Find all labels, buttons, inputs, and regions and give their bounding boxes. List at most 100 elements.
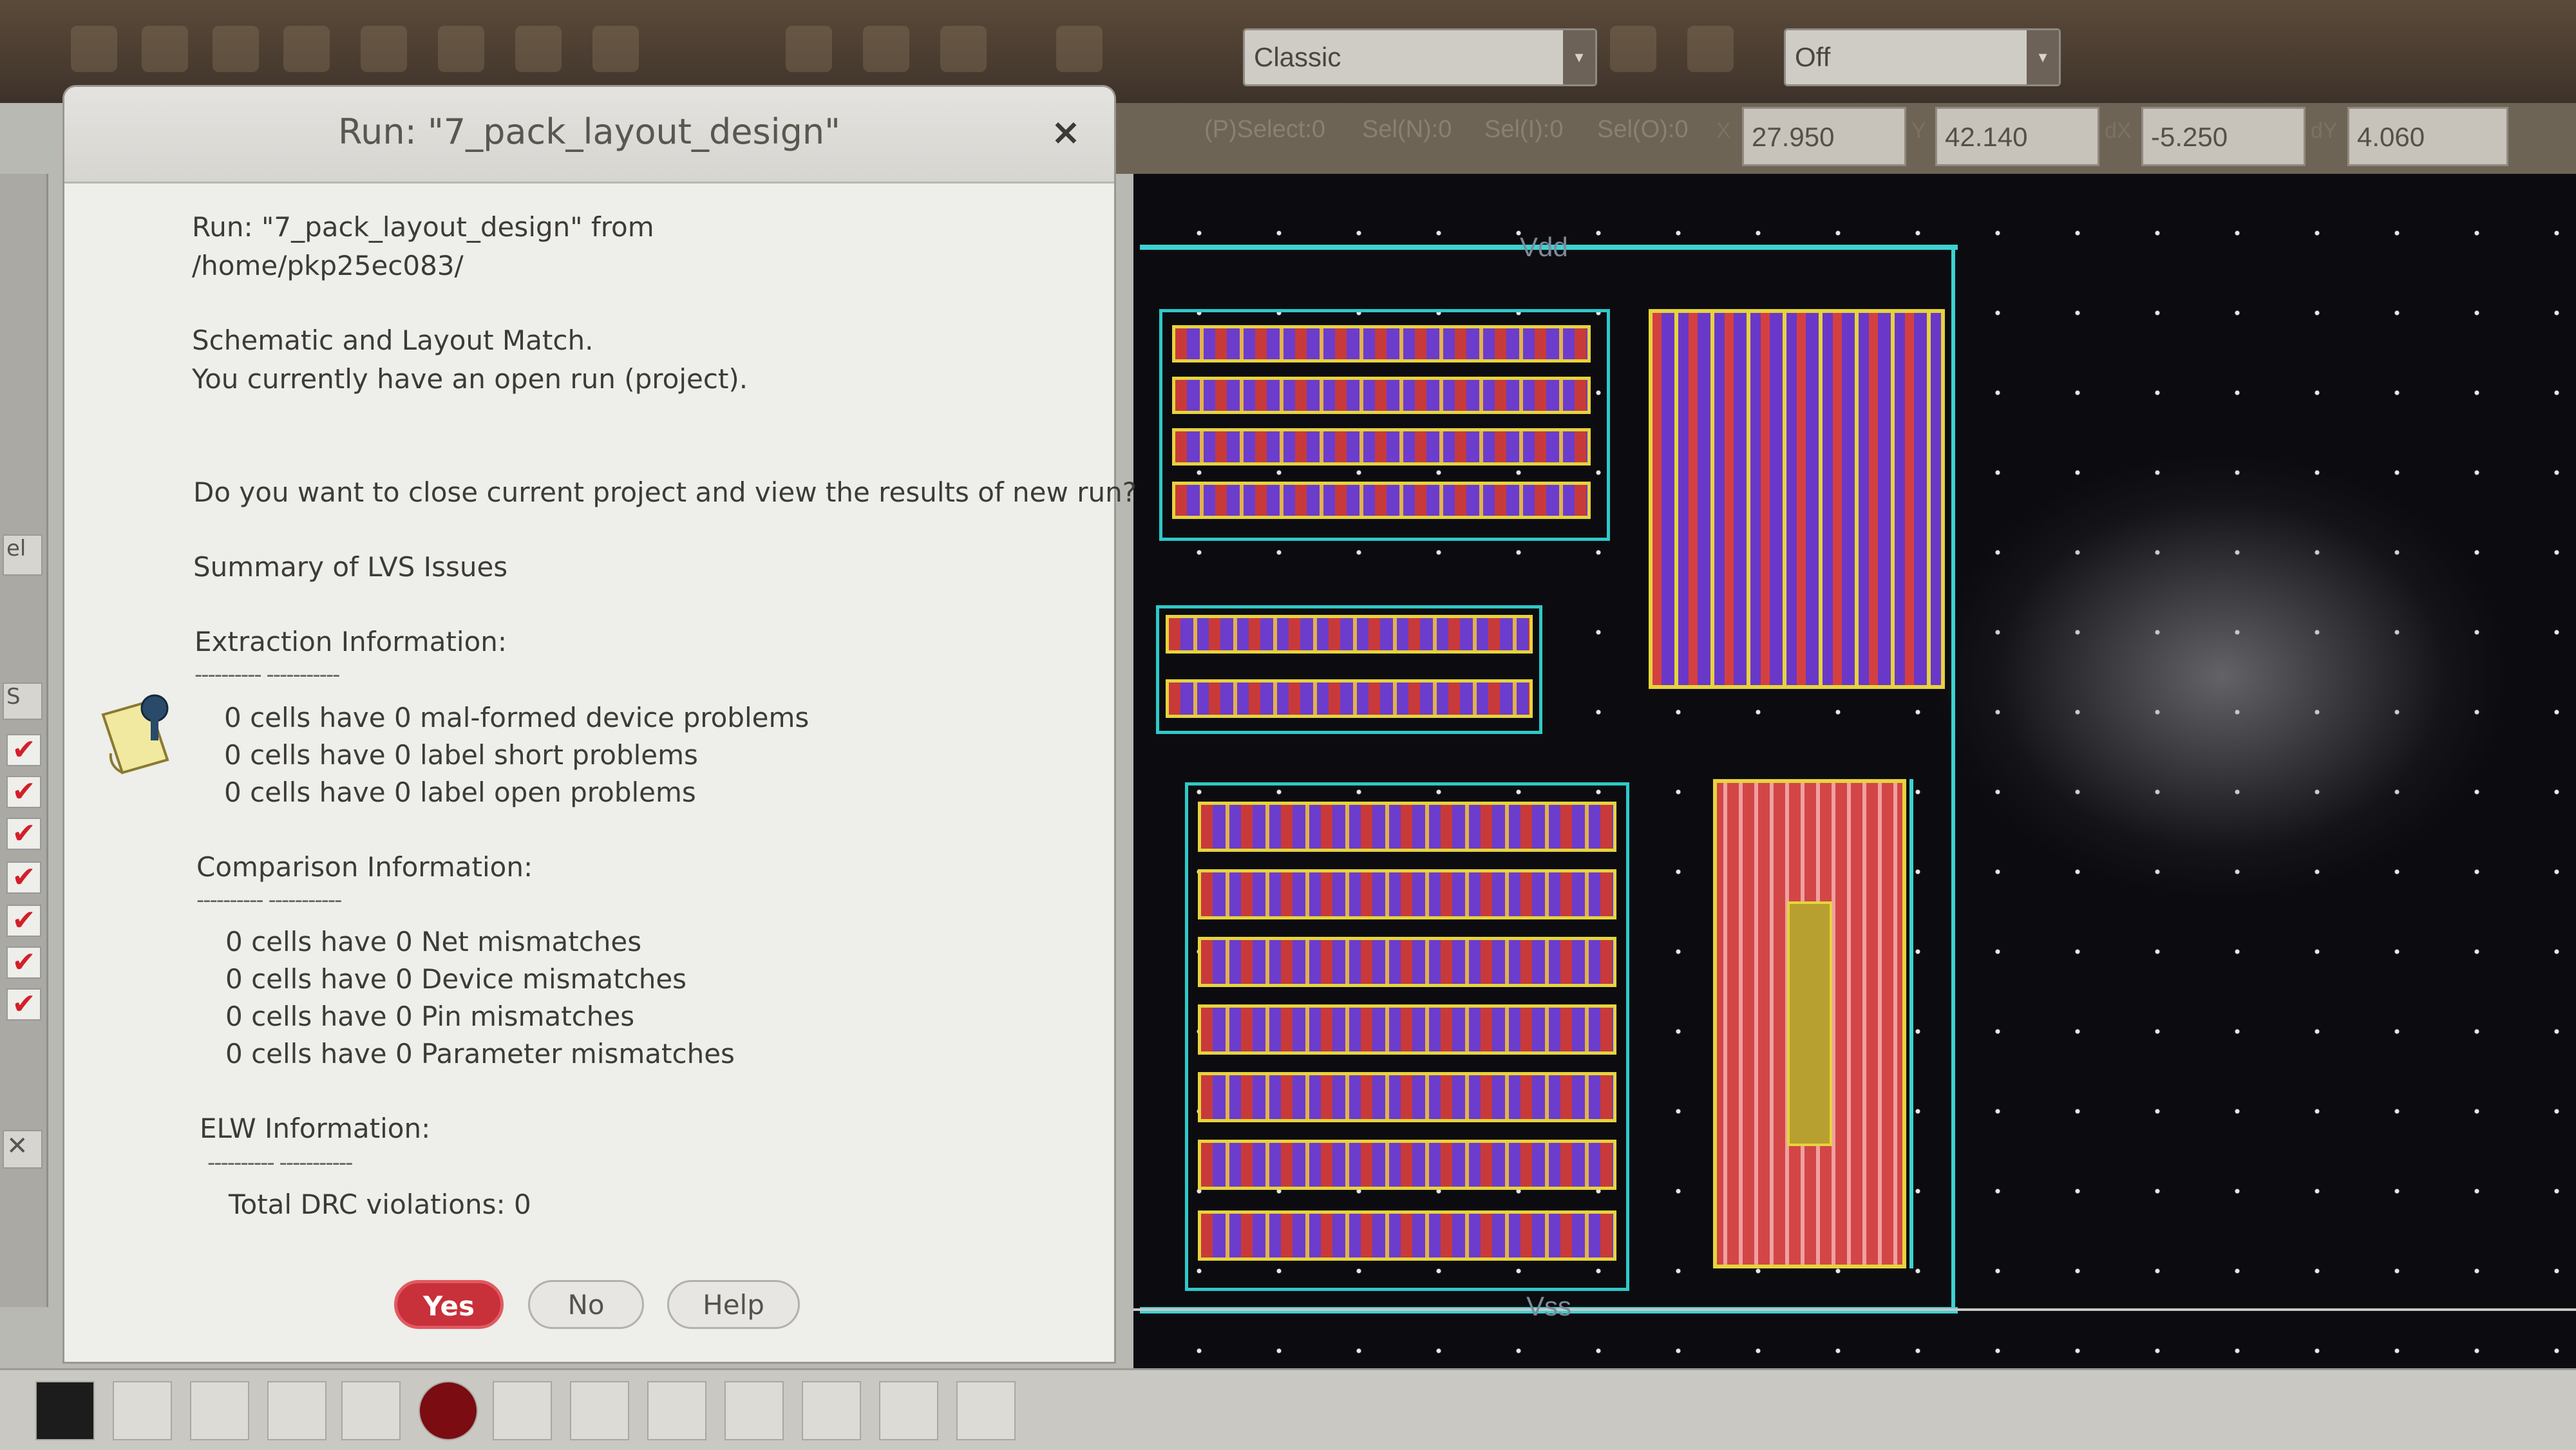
transistor-row[interactable] [1172,428,1591,466]
ladder-icon[interactable] [341,1381,401,1440]
view-eye-icon[interactable] [493,1381,552,1440]
run-line-2: /home/pkp25ec083/ [192,250,464,281]
transistor-row[interactable] [1198,1004,1616,1055]
dx-label: dX [2105,118,2132,143]
toolbar-icon-9[interactable] [786,26,832,72]
match-line: Schematic and Layout Match. [192,325,594,356]
mode-select[interactable]: Off ▾ [1784,28,2061,86]
toolbar-icon-8[interactable] [592,26,639,72]
close-icon[interactable]: ✕ [3,1130,43,1169]
mode-select-value: Off [1795,42,1831,72]
transistor-row[interactable] [1198,937,1616,987]
layer-visible-checkbox[interactable]: ✔ [6,818,41,850]
comparison-item: 0 cells have 0 Net mismatches [225,926,642,957]
info-note-icon [97,689,174,779]
extraction-item: 0 cells have 0 label short problems [224,739,698,771]
toolbar-icon-4[interactable] [283,26,330,72]
add-icon[interactable] [1056,26,1103,72]
transistor-row[interactable] [1198,802,1616,852]
cross-select-icon[interactable] [35,1381,95,1440]
cyan-guard [1909,779,1913,1268]
cyan-boundary [1951,245,1955,1307]
extraction-item: 0 cells have 0 mal-formed device problem… [224,702,810,733]
comparison-heading: Comparison Information: [196,851,533,883]
style-select-value: Classic [1254,42,1341,72]
run-line-1: Run: "7_pack_layout_design" from [192,211,654,243]
toolbar-icon-11[interactable] [940,26,987,72]
comparison-item: 0 cells have 0 Parameter mismatches [225,1038,735,1069]
dialog-titlebar[interactable]: Run: "7_pack_layout_design" × [64,87,1114,184]
bar-chart-icon[interactable] [267,1381,327,1440]
transistor-row[interactable] [1166,679,1533,718]
toolbar-icon-7[interactable] [515,26,562,72]
vdd-label: Vdd [1520,232,1568,262]
sel-n-count: Sel(N):0 [1362,116,1452,143]
dy-coordinate-field[interactable]: 4.060 [2347,107,2508,166]
select-area-icon[interactable] [570,1381,629,1440]
edit-pen-icon[interactable] [879,1381,938,1440]
globe-icon[interactable] [419,1381,478,1440]
transistor-row[interactable] [1172,482,1591,519]
hierarchy-icon[interactable] [113,1381,172,1440]
folder-add-icon[interactable] [190,1381,249,1440]
chevron-down-icon[interactable]: ▾ [2027,30,2059,84]
comparison-item: 0 cells have 0 Pin mismatches [225,1001,635,1032]
transistor-row[interactable] [1172,325,1591,362]
no-button[interactable]: No [528,1280,644,1329]
add-area-icon[interactable] [647,1381,706,1440]
open-run-line: You currently have an open run (project)… [192,363,748,395]
help-button[interactable]: Help [667,1280,800,1329]
y-coordinate-field[interactable]: 42.140 [1935,107,2099,166]
layout-block-top-right[interactable] [1649,309,1945,689]
transistor-row[interactable] [1198,1210,1616,1261]
toolbar-icon-12[interactable] [1610,26,1656,72]
summary-heading: Summary of LVS Issues [193,551,508,583]
comparison-divider: ---------- ----------- [196,887,342,913]
transistor-row[interactable] [1198,1072,1616,1122]
toolbar-icon-13[interactable] [1687,26,1734,72]
zoom-fit-icon[interactable] [724,1381,784,1440]
yes-button[interactable]: Yes [394,1280,504,1329]
toolbar-icon-6[interactable] [438,26,484,72]
via-stack[interactable] [1787,901,1832,1146]
layer-visible-checkbox[interactable]: ✔ [6,988,41,1021]
layer-visible-checkbox[interactable]: ✔ [6,776,41,808]
p-select-count: (P)Select:0 [1204,116,1325,143]
layer-visible-checkbox[interactable]: ✔ [6,905,41,937]
dy-label: dY [2311,118,2338,143]
chevron-down-icon[interactable]: ▾ [1563,30,1595,84]
import-icon[interactable] [802,1381,861,1440]
canvas-glare [1932,451,2512,901]
dock-label-s: S [3,683,43,720]
x-label: X [1716,118,1731,143]
x-coordinate-field[interactable]: 27.950 [1742,107,1906,166]
transistor-row[interactable] [1198,869,1616,919]
transistor-row[interactable] [1198,1140,1616,1190]
toolbar-icon-3[interactable] [213,26,259,72]
comparison-item: 0 cells have 0 Device mismatches [225,963,687,995]
toolbar-icon-5[interactable] [361,26,407,72]
style-select[interactable]: Classic ▾ [1243,28,1597,86]
swap-arrows-icon[interactable] [956,1381,1016,1440]
transistor-row[interactable] [1172,377,1591,414]
transistor-row[interactable] [1166,615,1533,654]
elw-divider: ---------- ----------- [207,1150,353,1176]
dx-coordinate-field[interactable]: -5.250 [2141,107,2306,166]
layer-visible-checkbox[interactable]: ✔ [6,862,41,894]
sel-o-count: Sel(O):0 [1597,116,1689,143]
close-icon[interactable]: × [1043,110,1088,155]
toolbar-icon-1[interactable] [71,26,117,72]
toolbar-icon-10[interactable] [863,26,909,72]
layer-visible-checkbox[interactable]: ✔ [6,946,41,979]
extraction-heading: Extraction Information: [194,626,507,657]
dialog-title: Run: "7_pack_layout_design" [338,111,840,152]
y-label: Y [1911,118,1926,143]
drc-violations-line: Total DRC violations: 0 [229,1189,531,1220]
toolbar-icon-2[interactable] [142,26,188,72]
dock-label-el: el [3,534,43,576]
close-project-question: Do you want to close current project and… [193,476,1137,508]
layer-visible-checkbox[interactable]: ✔ [6,734,41,766]
left-dock: el S ✔ ✔ ✔ ✔ ✔ ✔ ✔ ✕ [0,174,48,1307]
axis-line [1133,1308,2576,1311]
sel-i-count: Sel(I):0 [1484,116,1564,143]
